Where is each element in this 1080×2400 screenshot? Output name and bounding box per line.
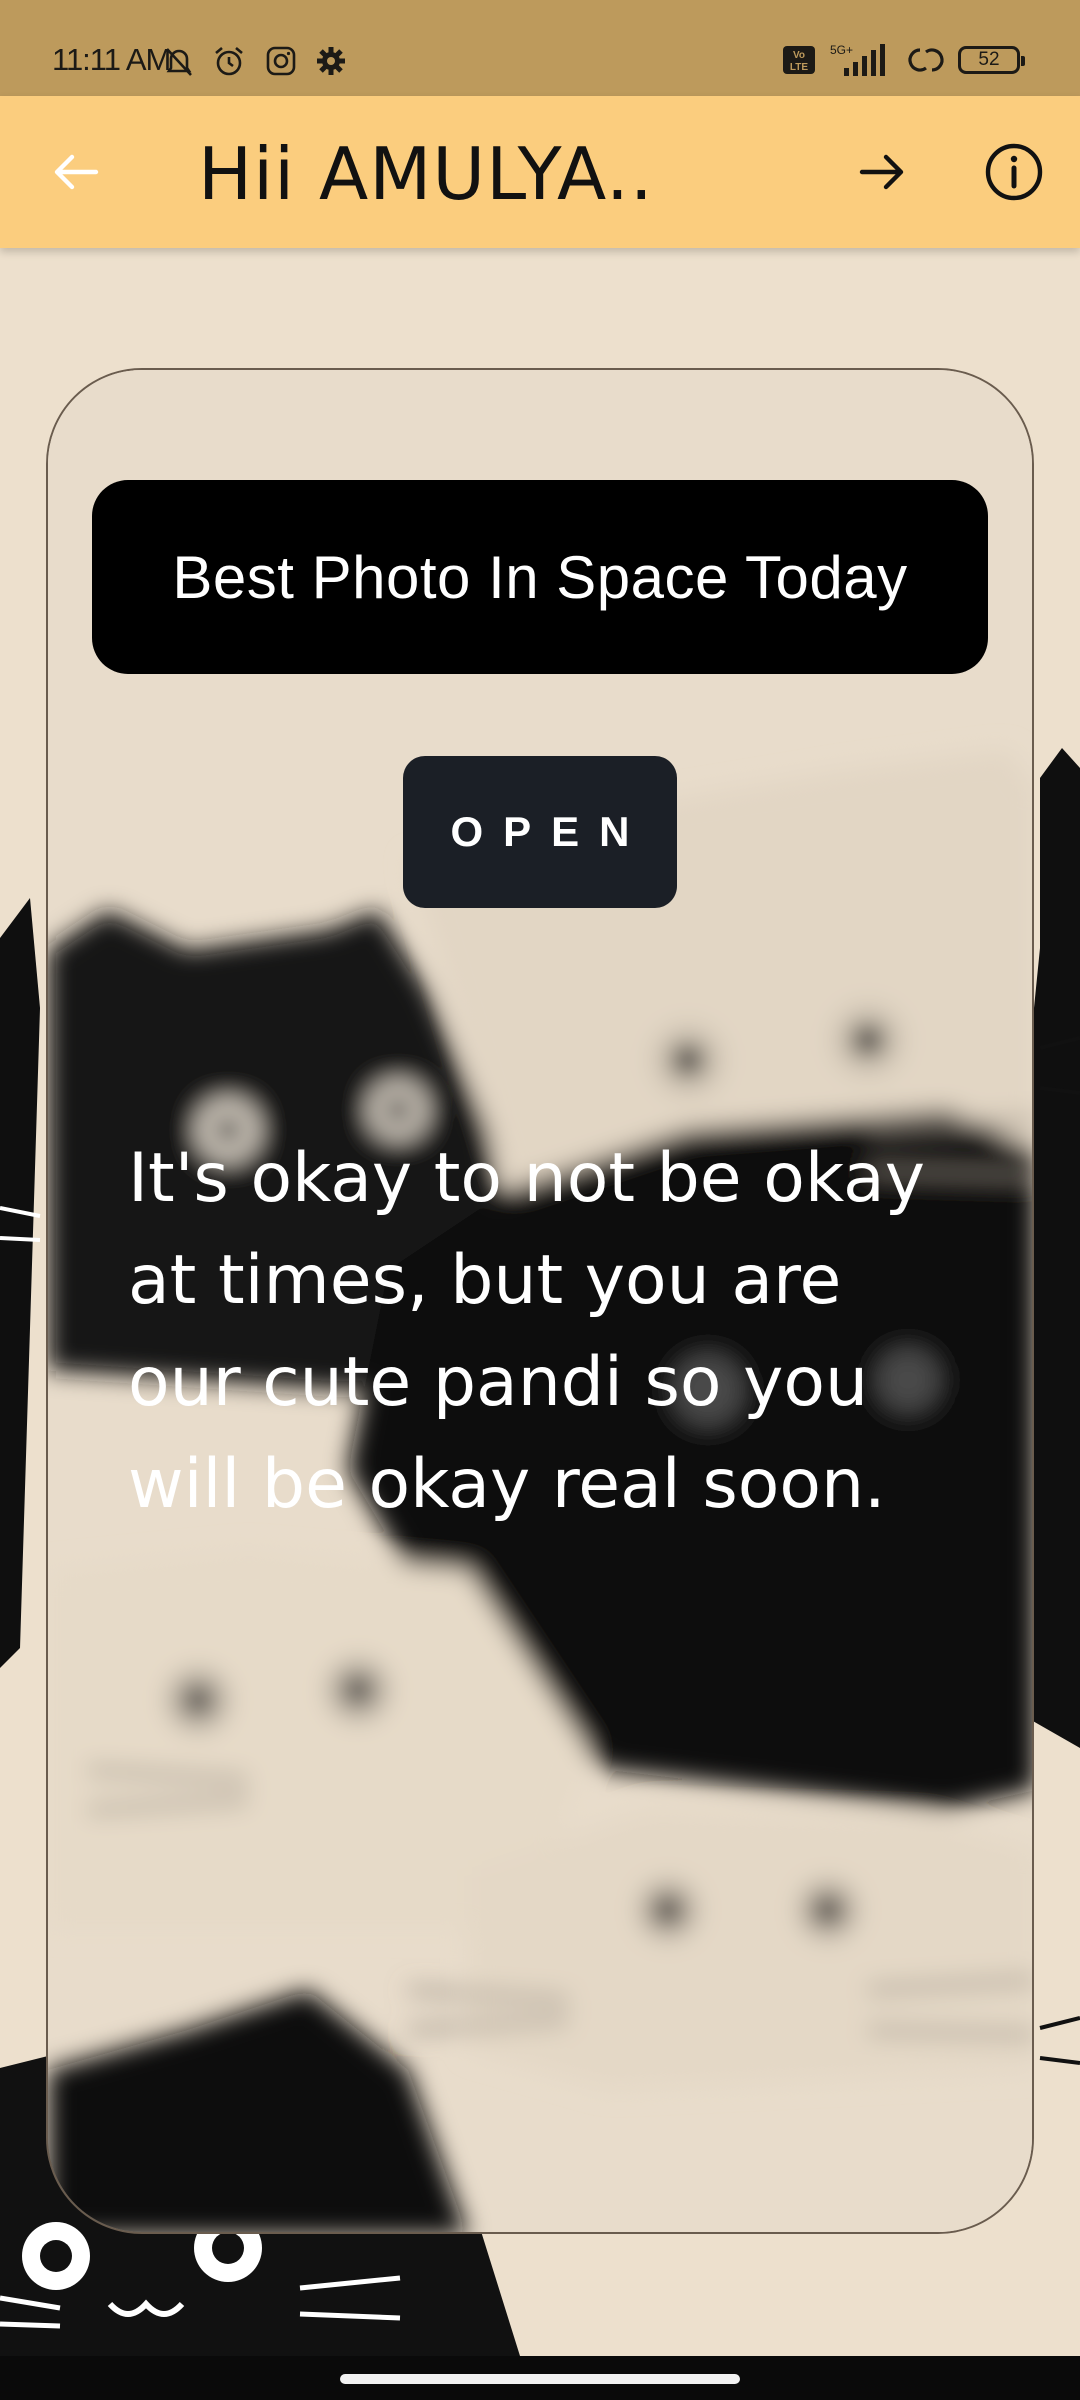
- alarm-icon: [215, 47, 243, 76]
- page-title: Hii AMULYA..: [198, 132, 654, 216]
- forward-button[interactable]: [846, 136, 918, 208]
- signal-5g-icon: 5G+: [830, 43, 885, 76]
- quote-text: It's okay to not be okay at times, but y…: [128, 1139, 925, 1524]
- arrow-right-icon: [859, 154, 904, 190]
- back-button[interactable]: [40, 136, 112, 208]
- mute-bell-icon: [166, 48, 192, 76]
- settings-gear-icon: [317, 47, 345, 75]
- volte-icon: Vo LTE: [783, 46, 815, 74]
- arrow-left-icon: [54, 154, 99, 190]
- system-nav-bar: [0, 2356, 1080, 2400]
- app-bar: Hii AMULYA..: [0, 96, 1080, 248]
- home-gesture-handle[interactable]: [340, 2374, 740, 2384]
- svg-text:Vo: Vo: [793, 50, 805, 61]
- status-bar: 11:11 AM Vo LTE 5G+ 52: [0, 0, 1080, 96]
- battery-indicator: 52: [958, 46, 1025, 74]
- hotspot-link-icon: [908, 48, 944, 72]
- info-button[interactable]: [978, 136, 1050, 208]
- open-button[interactable]: OPEN: [403, 756, 677, 908]
- instagram-icon: [266, 46, 296, 76]
- network-label: 5G+: [830, 43, 853, 57]
- info-circle-icon: [985, 143, 1043, 201]
- status-right-group: Vo LTE 5G+ 52: [782, 40, 1025, 80]
- svg-text:LTE: LTE: [790, 62, 808, 73]
- status-time: 11:11 AM: [52, 42, 171, 77]
- headline-button[interactable]: Best Photo In Space Today: [92, 480, 988, 674]
